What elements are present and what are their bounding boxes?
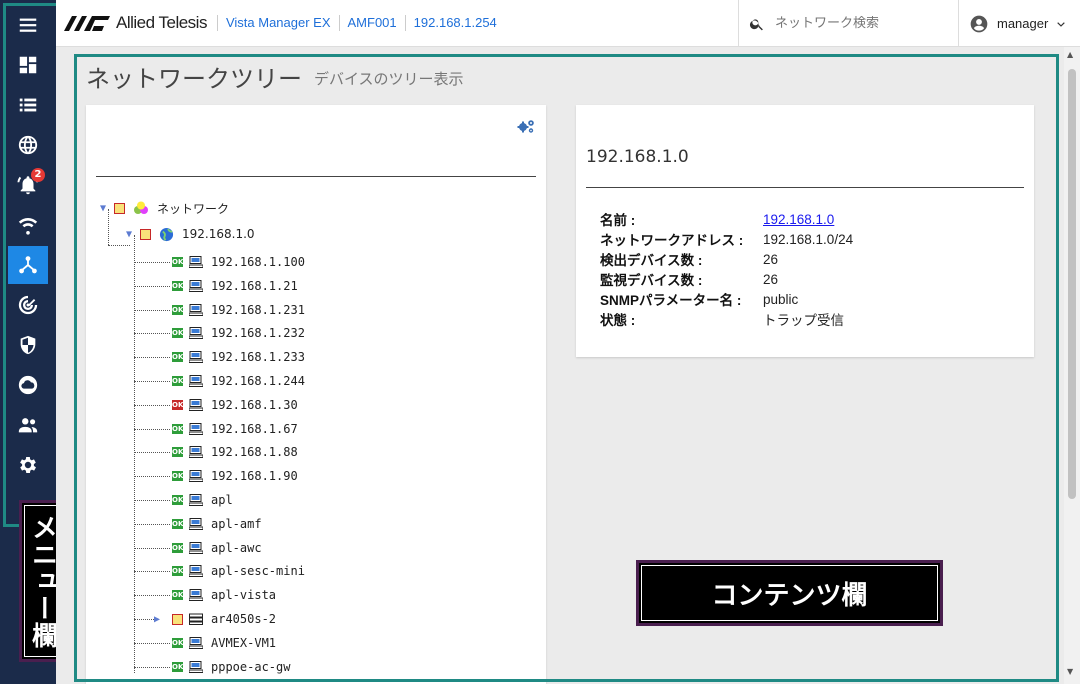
search-icon bbox=[749, 18, 763, 30]
brand-name: Allied Telesis bbox=[116, 13, 207, 32]
search-box[interactable] bbox=[738, 0, 958, 47]
sidebar: 2 メニュー欄 bbox=[0, 0, 67, 684]
top-bar: Allied Telesis Vista Manager EX AMF001 1… bbox=[56, 0, 1080, 47]
chevron-down-icon bbox=[1057, 21, 1066, 27]
account-circle-icon bbox=[970, 15, 988, 32]
scrollbar-thumb[interactable] bbox=[1068, 69, 1076, 499]
scroll-down-arrow-icon[interactable]: ▼ bbox=[1067, 667, 1073, 676]
content-area: ネットワークツリー デバイスのツリー表示 ▼ ネットワーク ▼ 192.168.1.0… bbox=[56, 47, 1080, 684]
breadcrumb-product[interactable]: Vista Manager EX bbox=[216, 15, 339, 31]
content-area-annotation: コンテンツ欄 bbox=[636, 560, 943, 626]
vertical-scrollbar[interactable]: ▲ ▼ bbox=[1064, 47, 1080, 684]
menu-area-frame bbox=[3, 3, 59, 527]
breadcrumb-amf[interactable]: AMF001 bbox=[338, 15, 405, 31]
breadcrumb-ip[interactable]: 192.168.1.254 bbox=[404, 15, 505, 31]
search-input[interactable] bbox=[775, 16, 945, 31]
allied-telesis-logo-icon bbox=[64, 16, 110, 31]
user-menu[interactable]: manager bbox=[958, 0, 1080, 47]
username-label: manager bbox=[997, 16, 1049, 31]
brand-logo[interactable]: Allied Telesis bbox=[64, 0, 207, 47]
scroll-up-arrow-icon[interactable]: ▲ bbox=[1067, 50, 1073, 59]
